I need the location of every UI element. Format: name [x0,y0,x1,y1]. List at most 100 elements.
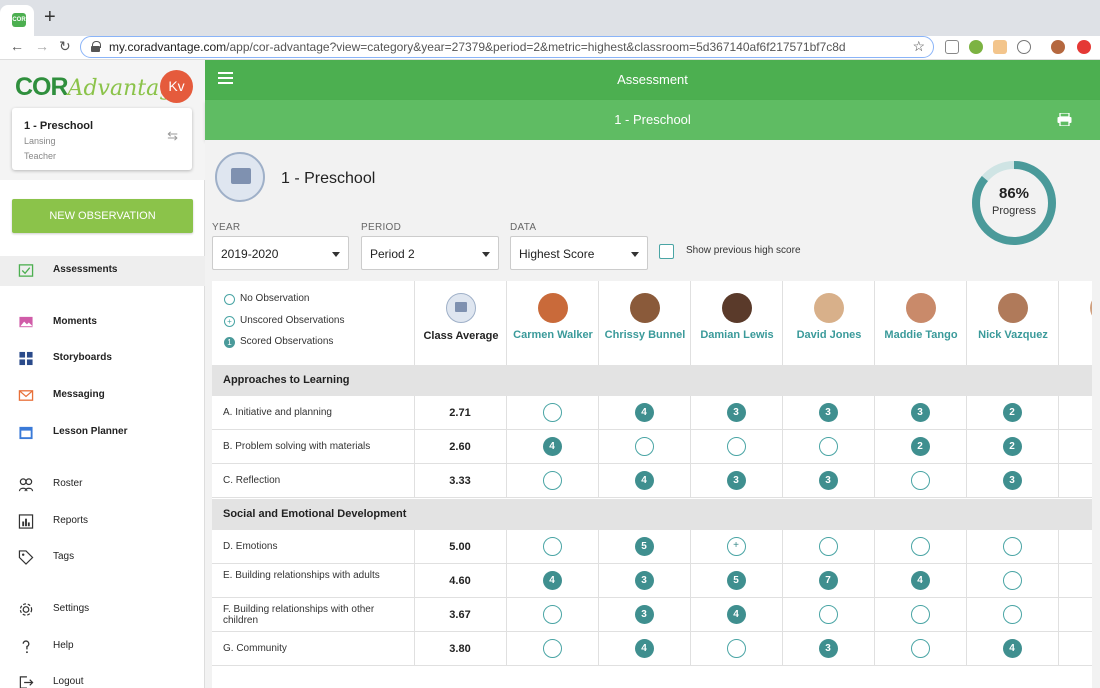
user-avatar[interactable]: Kv [160,70,193,103]
sidebar-item-messaging[interactable]: Messaging [0,381,205,411]
android-extension-icon[interactable] [969,40,983,54]
empty-observation-cell[interactable] [818,437,838,456]
item-label[interactable]: E. Building relationships with adults [223,570,408,581]
item-label[interactable]: G. Community [223,643,408,654]
print-icon[interactable] [1057,113,1072,126]
item-label[interactable]: B. Problem solving with materials [223,441,408,452]
student-column-header[interactable]: Chrissy Bunnel [598,281,690,365]
item-label[interactable]: D. Emotions [223,541,408,552]
student-column-header[interactable]: Maddie Tango [874,281,966,365]
year-select[interactable]: 2019-2020 [212,236,349,270]
empty-observation-cell[interactable] [1002,605,1022,624]
sidebar-item-label: Tags [53,551,75,562]
empty-observation-cell[interactable] [910,471,930,490]
address-bar[interactable]: my.coradvantage.com/app/cor-advantage?vi… [80,36,934,58]
score-cell[interactable]: 4 [634,403,654,422]
sync-extension-icon[interactable] [1017,40,1031,54]
empty-observation-cell[interactable] [542,403,562,422]
sidebar-item-label: Moments [53,316,97,327]
adblock-extension-icon[interactable] [1077,40,1091,54]
student-column-header[interactable]: Damian Lewis [690,281,782,365]
sidebar-item-moments[interactable]: Moments [0,308,205,338]
new-tab-icon[interactable]: + [44,7,56,27]
score-cell[interactable]: 5 [726,571,746,590]
empty-observation-cell[interactable] [542,639,562,658]
back-arrow-icon[interactable]: ← [10,38,24,54]
score-cell[interactable]: 3 [910,403,930,422]
people-icon [18,478,34,492]
empty-observation-cell[interactable] [1002,537,1022,556]
score-cell[interactable]: 2 [1002,403,1022,422]
student-column-header[interactable]: David Jones [782,281,874,365]
empty-observation-cell[interactable] [634,437,654,456]
face-extension-icon[interactable] [993,40,1007,54]
empty-observation-cell[interactable] [910,605,930,624]
show-previous-checkbox[interactable] [659,244,674,259]
score-cell[interactable]: 3 [726,403,746,422]
empty-observation-cell[interactable] [542,537,562,556]
column-divider [782,632,783,666]
swap-arrows-icon[interactable]: ⇆ [167,128,178,144]
reload-icon[interactable]: ↻ [59,38,71,55]
score-cell[interactable]: 3 [818,403,838,422]
sidebar-item-assessments[interactable]: Assessments [0,256,205,286]
score-cell[interactable]: 7 [818,571,838,590]
extension-icon[interactable] [945,40,959,54]
item-label[interactable]: C. Reflection [223,475,408,486]
forward-arrow-icon[interactable]: → [35,38,49,54]
column-divider [1058,598,1059,632]
score-cell[interactable]: 3 [818,471,838,490]
student-column-header[interactable]: Carmen Walker [506,281,598,365]
empty-observation-cell[interactable] [818,605,838,624]
empty-observation-cell[interactable] [726,639,746,658]
sidebar-item-lesson-planner[interactable]: Lesson Planner [0,418,205,448]
score-cell[interactable]: 4 [542,437,562,456]
unscored-observation-cell[interactable]: + [726,537,746,556]
data-select[interactable]: Highest Score [510,236,648,270]
new-observation-button[interactable]: NEW OBSERVATION [12,199,193,233]
score-cell[interactable]: 5 [634,537,654,556]
score-cell[interactable]: 4 [634,471,654,490]
sidebar-item-help[interactable]: Help [0,632,205,662]
class-switcher-card[interactable]: 1 - Preschool Lansing Teacher ⇆ [12,108,192,170]
empty-observation-cell[interactable] [1002,571,1022,590]
score-cell[interactable]: 3 [726,471,746,490]
score-cell[interactable]: 2 [910,437,930,456]
lock-icon [91,41,101,52]
empty-observation-cell[interactable] [542,605,562,624]
student-column-header[interactable]: Sea [1058,281,1092,365]
score-cell[interactable]: 4 [726,605,746,624]
sidebar-item-tags[interactable]: Tags [0,543,205,573]
column-divider [966,632,967,666]
empty-observation-cell[interactable] [818,537,838,556]
score-cell[interactable]: 4 [910,571,930,590]
score-cell[interactable]: 3 [818,639,838,658]
period-select[interactable]: Period 2 [361,236,499,270]
score-cell[interactable]: 3 [634,605,654,624]
student-column-header[interactable]: Nick Vazquez [966,281,1058,365]
empty-observation-cell[interactable] [726,437,746,456]
empty-observation-cell[interactable] [910,537,930,556]
score-cell[interactable]: 3 [634,571,654,590]
column-divider [598,396,599,430]
item-label[interactable]: A. Initiative and planning [223,407,408,418]
empty-observation-cell[interactable] [910,639,930,658]
score-cell[interactable]: 2 [1002,437,1022,456]
column-divider [598,464,599,498]
sidebar-item-logout[interactable]: Logout [0,668,205,688]
browser-tab[interactable]: COR [0,5,34,36]
empty-observation-cell[interactable] [542,471,562,490]
score-cell[interactable]: 4 [1002,639,1022,658]
section-header-row: Approaches to Learning [212,365,1092,396]
column-divider [966,598,967,632]
score-cell[interactable]: 3 [1002,471,1022,490]
score-cell[interactable]: 4 [634,639,654,658]
score-cell[interactable]: 4 [542,571,562,590]
sidebar-item-settings[interactable]: Settings [0,595,205,625]
bookmark-star-icon[interactable]: ☆ [912,38,925,55]
item-label[interactable]: F. Building relationships with other chi… [223,604,408,626]
sidebar-item-storyboards[interactable]: Storyboards [0,344,205,374]
sidebar-item-reports[interactable]: Reports [0,507,205,537]
sidebar-item-roster[interactable]: Roster [0,470,205,500]
profile-avatar-icon[interactable] [1051,40,1065,54]
